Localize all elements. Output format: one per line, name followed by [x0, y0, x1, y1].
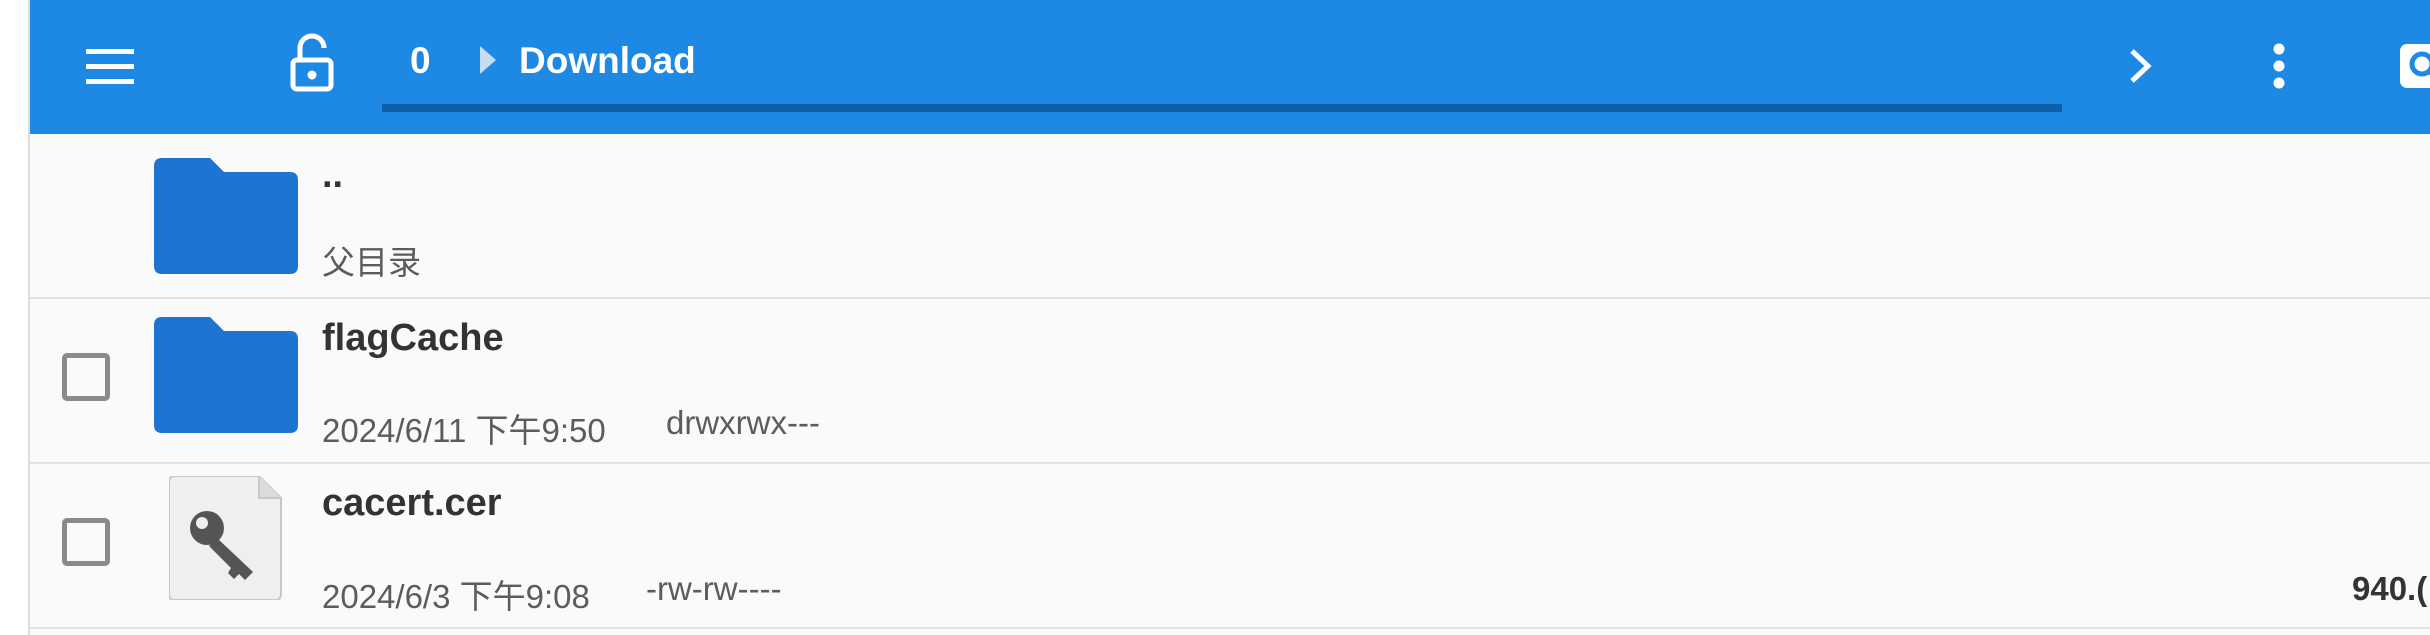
select-checkbox[interactable]	[62, 518, 110, 566]
file-permissions: -rw-rw----	[646, 570, 782, 607]
list-item[interactable]: cacert.cer 2024/6/3 下午9:08 -rw-rw---- 94…	[30, 464, 2430, 629]
breadcrumb-folder[interactable]: Download	[519, 40, 696, 82]
file-size: 940.(	[2352, 570, 2428, 607]
file-name: ..	[322, 154, 344, 196]
path-underline	[382, 104, 2062, 112]
file-date: 2024/6/3 下午9:08	[322, 578, 590, 615]
list-item[interactable]: flagCache 2024/6/11 下午9:50 drwxrwx---	[30, 299, 2430, 464]
hamburger-menu-icon[interactable]	[78, 34, 142, 98]
left-pane-edge	[0, 0, 30, 635]
search-icon[interactable]	[2392, 38, 2430, 94]
toolbar: 0 Download	[30, 0, 2430, 134]
folder-icon	[154, 317, 298, 433]
list-item[interactable]: .. 父目录	[30, 134, 2430, 299]
file-permissions: drwxrwx---	[666, 404, 820, 441]
folder-icon	[154, 158, 298, 274]
unlock-icon[interactable]	[280, 30, 344, 94]
breadcrumb-separator-icon	[480, 46, 496, 74]
file-date: 2024/6/11 下午9:50	[322, 412, 606, 449]
file-meta: 父目录	[322, 244, 421, 281]
file-name: flagCache	[322, 317, 504, 359]
more-vertical-icon[interactable]	[2252, 36, 2306, 96]
file-manager-panel: 0 Download .. 父目录 flagCache 2024/6/11 下午…	[30, 0, 2430, 635]
chevron-right-icon[interactable]	[2112, 38, 2168, 94]
breadcrumb-index[interactable]: 0	[410, 40, 431, 82]
select-checkbox[interactable]	[62, 353, 110, 401]
key-file-icon	[168, 475, 285, 601]
file-name: cacert.cer	[322, 482, 502, 524]
